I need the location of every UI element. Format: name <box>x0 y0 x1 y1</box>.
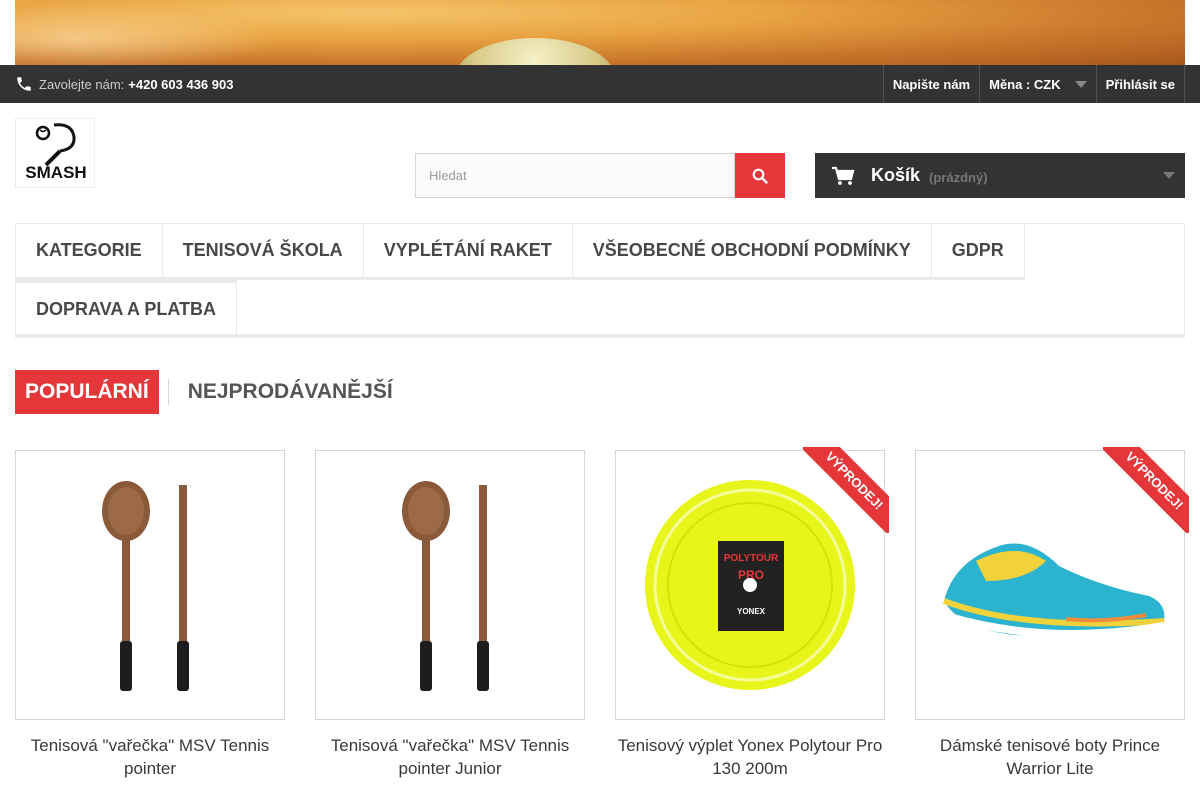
menu-item-tennis-school[interactable]: TENISOVÁ ŠKOLA <box>162 224 364 280</box>
product-card[interactable]: Tenisová "vařečka" MSV Tennis pointer <box>15 450 285 780</box>
wooden-spoon-pointer-image <box>402 481 489 691</box>
sale-label: VÝPRODEJ! <box>1103 447 1189 533</box>
tab-popular[interactable]: POPULÁRNÍ <box>15 370 159 414</box>
top-bar: Zavolejte nám: +420 603 436 903 Napište … <box>0 65 1200 103</box>
menu-item-gdpr[interactable]: GDPR <box>931 224 1025 280</box>
contact-label: Zavolejte nám: <box>39 76 125 92</box>
chevron-down-icon <box>1074 80 1087 88</box>
reel-brand: POLYTOUR <box>724 553 779 564</box>
currency-label: Měna : CZK <box>989 76 1061 92</box>
product-image[interactable]: VÝPRODEJ! <box>915 447 1189 720</box>
menu-item-shipping[interactable]: DOPRAVA A PLATBA <box>16 283 237 336</box>
tab-bestsellers[interactable]: NEJPRODÁVANĚJŠÍ <box>178 370 403 414</box>
reel-maker: YONEX <box>737 607 766 616</box>
hero-banner-image[interactable] <box>15 0 1185 65</box>
product-card[interactable]: Tenisová "vařečka" MSV Tennis pointer Ju… <box>315 450 585 780</box>
product-name[interactable]: Tenisový výplet Yonex Polytour Pro 130 2… <box>615 734 885 780</box>
search-icon <box>752 168 768 184</box>
menu-row: DOPRAVA A PLATBA <box>16 280 237 336</box>
product-tabs: POPULÁRNÍ NEJPRODÁVANĚJŠÍ <box>15 370 403 414</box>
logo-text: SMASH <box>25 163 87 182</box>
phone-icon <box>17 77 31 91</box>
product-image[interactable] <box>315 450 585 720</box>
contact-info: Zavolejte nám: +420 603 436 903 <box>15 65 233 103</box>
menu-item-categories[interactable]: KATEGORIE <box>16 224 163 280</box>
cart-block[interactable]: Košík (prázdný) <box>815 153 1185 198</box>
wooden-spoon-pointer-image <box>102 481 189 691</box>
sale-ribbon: VÝPRODEJ! <box>1103 447 1189 533</box>
product-name[interactable]: Dámské tenisové boty Prince Warrior Lite <box>915 734 1185 780</box>
tab-divider <box>167 379 169 405</box>
main-menu: KATEGORIE TENISOVÁ ŠKOLA VYPLÉTÁNÍ RAKET… <box>15 223 1185 336</box>
cart-status: (prázdný) <box>929 169 988 185</box>
phone-number[interactable]: +420 603 436 903 <box>128 77 233 92</box>
banner-tennis-ball <box>455 38 615 65</box>
menu-item-terms[interactable]: VŠEOBECNÉ OBCHODNÍ PODMÍNKY <box>572 224 932 280</box>
top-bar-links: Napište nám Měna : CZK Přihlásit se <box>882 65 1185 103</box>
shop-logo[interactable]: SMASH <box>15 118 95 188</box>
cart-label: Košík <box>871 165 921 185</box>
product-image[interactable]: POLYTOUR PRO YONEX VÝPRODEJ! <box>615 447 889 720</box>
menu-row: KATEGORIE TENISOVÁ ŠKOLA VYPLÉTÁNÍ RAKET… <box>16 224 1025 280</box>
product-name[interactable]: Tenisová "vařečka" MSV Tennis pointer Ju… <box>315 734 585 780</box>
contact-us-link[interactable]: Napište nám <box>882 65 979 103</box>
sale-label: VÝPRODEJ! <box>803 447 889 533</box>
product-card[interactable]: POLYTOUR PRO YONEX VÝPRODEJ! Tenisový vý… <box>615 447 889 780</box>
product-image[interactable] <box>15 450 285 720</box>
racket-logo-icon <box>35 123 76 167</box>
sale-ribbon: VÝPRODEJ! <box>803 447 889 533</box>
search-bar <box>415 153 785 198</box>
product-card[interactable]: VÝPRODEJ! Dámské tenisové boty Prince Wa… <box>915 447 1189 780</box>
product-name[interactable]: Tenisová "vařečka" MSV Tennis pointer <box>15 734 285 780</box>
menu-item-stringing[interactable]: VYPLÉTÁNÍ RAKET <box>363 224 573 280</box>
cart-icon <box>832 166 855 185</box>
chevron-down-icon <box>1163 172 1175 179</box>
banner-clay-texture <box>15 0 315 65</box>
search-input[interactable] <box>415 153 735 198</box>
login-link[interactable]: Přihlásit se <box>1095 65 1185 103</box>
currency-selector[interactable]: Měna : CZK <box>979 65 1096 103</box>
search-button[interactable] <box>735 153 785 198</box>
